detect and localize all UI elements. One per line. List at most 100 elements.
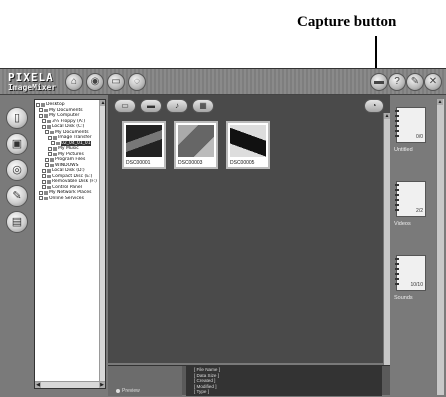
file-detail-field: [ Modified ] — [194, 383, 217, 389]
expand-collapse-icon[interactable] — [42, 174, 46, 179]
folder-icon — [44, 114, 48, 118]
folder-icon — [47, 125, 51, 129]
capture-button-callout: Capture button — [297, 14, 397, 30]
thumbnail-vertical-scrollbar[interactable]: ▲ — [383, 113, 390, 365]
camera-icon: ▣ — [11, 138, 23, 150]
album-book[interactable]: 2/2 — [395, 181, 426, 217]
expand-collapse-icon[interactable] — [48, 152, 52, 157]
expand-collapse-icon[interactable] — [45, 130, 49, 135]
expand-collapse-icon[interactable] — [39, 190, 43, 195]
imagemixer-window: PIXELA ImageMixer ⌂ ◉ ▭ ◌ ▬ ? ✎ ✕ ▯ ▣ ◎ … — [0, 68, 446, 397]
view-sounds-button[interactable]: ♪ — [166, 99, 188, 113]
folder-icon — [56, 141, 60, 145]
print-mode-button[interactable]: ▭ — [107, 73, 125, 91]
folder-icon — [53, 152, 57, 156]
close-icon: ✕ — [428, 76, 438, 87]
album-tool-button[interactable]: ▯ — [6, 107, 28, 129]
folder-icon — [50, 130, 54, 134]
album-vertical-scrollbar[interactable]: ▲ — [436, 99, 444, 395]
folder-icon — [44, 196, 48, 200]
tool-icon: ✎ — [410, 76, 420, 87]
disc-mode-button[interactable]: ◉ — [86, 73, 104, 91]
folder-tree-list: Desktop My Documents My Computer 3½ Floppy … — [35, 102, 105, 202]
expand-collapse-icon[interactable] — [39, 113, 43, 118]
close-button[interactable]: ✕ — [424, 73, 442, 91]
print-tool-button[interactable]: ▤ — [6, 211, 28, 233]
view-slideshow-button[interactable]: ▦ — [192, 99, 214, 113]
thumbnail-filename: DSC00001 — [126, 160, 151, 166]
slideshow-icon: ▦ — [199, 101, 207, 110]
camera-tool-button[interactable]: ▣ — [6, 133, 28, 155]
file-detail-field: [ Type ] — [194, 389, 209, 395]
folder-icon — [47, 185, 51, 189]
home-mode-button[interactable]: ⌂ — [65, 73, 83, 91]
scroll-right-arrow-icon[interactable]: ▶ — [99, 382, 105, 388]
album-book[interactable]: 0/0 — [395, 107, 426, 143]
settings-button[interactable]: ✎ — [406, 73, 424, 91]
title-bar: PIXELA ImageMixer ⌂ ◉ ▭ ◌ ▬ ? ✎ ✕ — [0, 69, 446, 95]
folder-tree: Desktop My Documents My Computer 3½ Floppy … — [34, 99, 106, 389]
folder-icon — [50, 158, 54, 162]
expand-collapse-icon[interactable] — [42, 179, 46, 184]
tree-item-label: Online Services — [49, 195, 84, 201]
folder-tree-vertical-scrollbar[interactable]: ▲ — [99, 100, 105, 388]
web-mode-button[interactable]: ◌ — [128, 73, 146, 91]
preview-toggle[interactable]: Preview — [116, 388, 140, 394]
minimize-icon: ▬ — [374, 76, 384, 87]
globe-icon: ◌ — [134, 76, 140, 87]
view-photos-button[interactable]: ▭ — [114, 99, 136, 113]
folder-icon — [44, 191, 48, 195]
album-count: 0/0 — [416, 134, 423, 140]
expand-collapse-icon[interactable] — [48, 146, 52, 151]
expand-collapse-icon[interactable] — [42, 185, 46, 190]
folder-icon — [47, 119, 51, 123]
thumbnail-item[interactable]: DSC00003 — [174, 121, 218, 169]
scroll-left-arrow-icon[interactable]: ◀ — [35, 382, 41, 388]
scroll-up-arrow-icon[interactable]: ▲ — [384, 113, 390, 119]
expand-collapse-icon[interactable] — [42, 124, 46, 129]
thumbnail-filename: DSC00005 — [230, 160, 255, 166]
scroll-up-arrow-icon[interactable]: ▲ — [437, 99, 443, 105]
expand-collapse-icon[interactable] — [45, 163, 49, 168]
logo-line-1: PIXELA — [8, 71, 54, 84]
scroll-up-arrow-icon[interactable]: ▲ — [100, 100, 105, 106]
thumbnail-item[interactable]: DSC00005 — [226, 121, 270, 169]
left-tool-sidebar: ▯ ▣ ◎ ✎ ▤ — [4, 99, 30, 395]
expand-collapse-icon[interactable] — [42, 168, 46, 173]
folder-icon — [41, 103, 45, 107]
expand-collapse-icon[interactable] — [48, 135, 52, 140]
sound-icon: ♪ — [175, 101, 179, 110]
preview-radio-icon — [116, 388, 120, 393]
printer-icon: ▤ — [11, 216, 23, 228]
home-icon: ⌂ — [70, 76, 78, 87]
app-logo: PIXELA ImageMixer — [8, 72, 60, 92]
expand-collapse-icon[interactable] — [45, 157, 49, 162]
thumbnail-filename: DSC00003 — [178, 160, 203, 166]
edit-tool-button[interactable]: ✎ — [6, 185, 28, 207]
expand-collapse-icon[interactable] — [36, 102, 40, 107]
capture-button[interactable]: ◔ — [364, 99, 384, 113]
help-button[interactable]: ? — [388, 73, 406, 91]
expand-collapse-icon[interactable] — [42, 119, 46, 124]
logo-line-2: ImageMixer — [8, 83, 57, 92]
view-videos-button[interactable]: ▬ — [140, 99, 162, 113]
tree-item[interactable]: Online Services — [35, 195, 105, 202]
album-label: Sounds — [394, 295, 413, 301]
expand-collapse-icon[interactable] — [39, 108, 43, 113]
thumbnail-image — [126, 125, 162, 157]
folder-tree-horizontal-scrollbar[interactable]: ◀ ▶ — [35, 381, 105, 388]
file-detail-field: [ File Name ] — [194, 367, 221, 372]
file-details: [ File Name ][ Data Size ][ Created ][ M… — [186, 366, 382, 396]
folder-icon — [50, 163, 54, 167]
folder-icon — [47, 169, 51, 173]
album-panel: 0/0 Untitled 2/2 Videos 10/10 Sounds — [392, 99, 434, 395]
thumbnail-area: ▭ ▬ ♪ ▦ ◔ DSC00001 DSC00003 DSC00005 ▲ — [108, 95, 390, 365]
thumbnail-item[interactable]: DSC00001 — [122, 121, 166, 169]
album-book[interactable]: 10/10 — [395, 255, 426, 291]
expand-collapse-icon[interactable] — [51, 141, 55, 146]
album-label: Videos — [394, 221, 411, 227]
expand-collapse-icon[interactable] — [39, 196, 43, 201]
album-label: Untitled — [394, 147, 413, 153]
minimize-button[interactable]: ▬ — [370, 73, 388, 91]
disc-tool-button[interactable]: ◎ — [6, 159, 28, 181]
